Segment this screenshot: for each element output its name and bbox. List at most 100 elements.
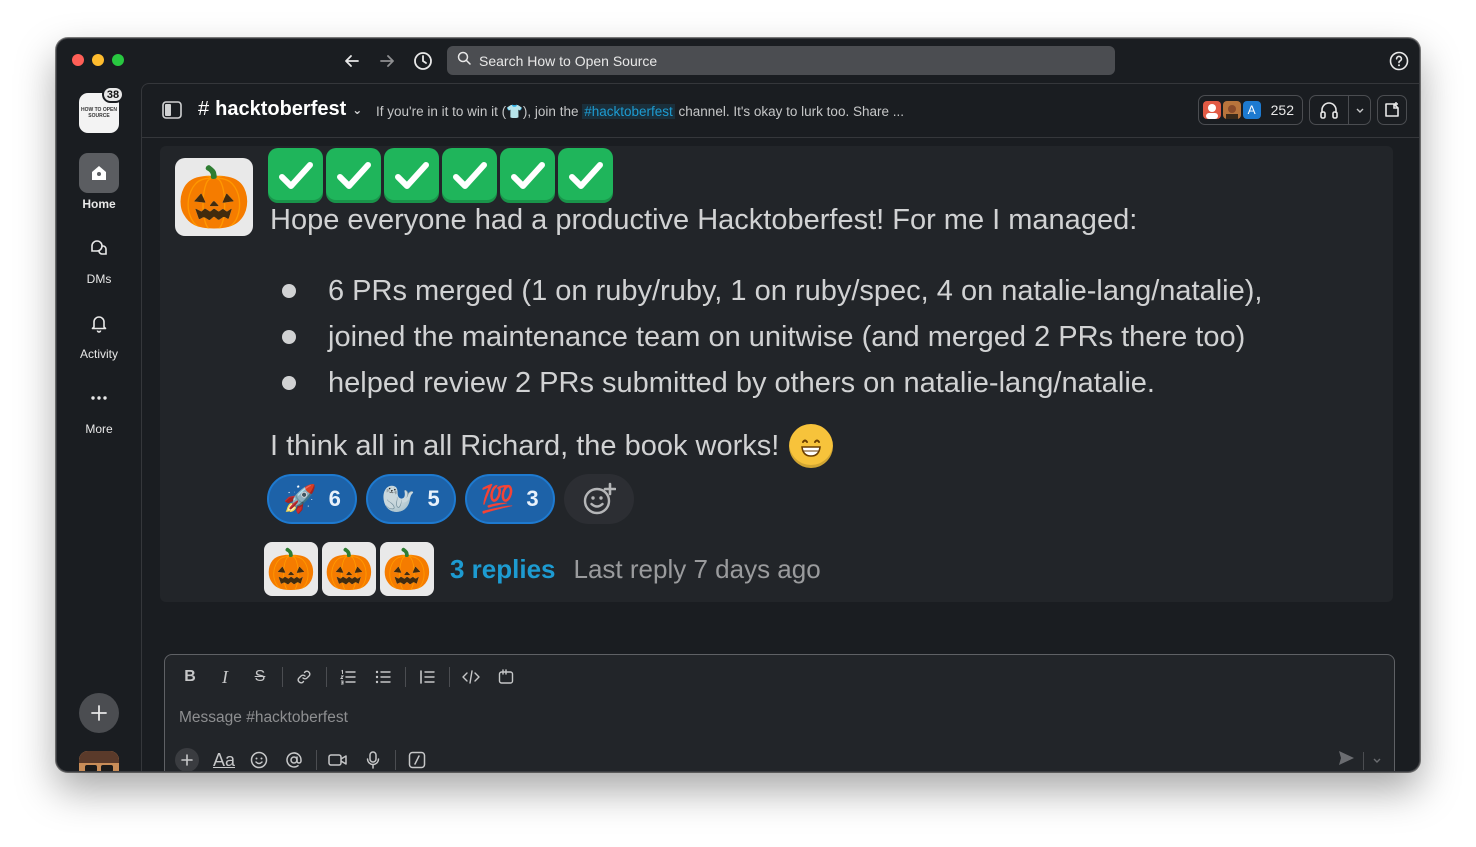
app-window: Search How to Open Source HOW TO OPEN SO… (56, 38, 1420, 772)
grin-emoji-icon (789, 424, 834, 468)
reaction-hundred[interactable]: 💯 3 (464, 474, 555, 524)
check-mark-icon (442, 148, 497, 203)
bell-icon (79, 303, 119, 343)
emoji-icon[interactable] (244, 747, 274, 771)
check-mark-icon (268, 148, 323, 203)
check-mark-icon (326, 148, 381, 203)
link-icon[interactable] (289, 664, 319, 690)
members-button[interactable]: A 252 (1197, 95, 1303, 125)
sidebar-item-label: Home (82, 197, 116, 211)
sidebar-item-home[interactable]: Home (57, 153, 141, 211)
rocket-icon: 🚀 (283, 484, 317, 514)
ordered-list-icon[interactable] (333, 664, 363, 690)
reply-avatar: 🎃 (380, 542, 434, 596)
seal-icon: 🦭 (381, 484, 416, 514)
add-workspace-button[interactable] (79, 693, 119, 733)
formatting-toolbar: B I S (175, 664, 526, 690)
shortcuts-slash-icon[interactable] (402, 747, 432, 771)
reaction-rocket[interactable]: 🚀 6 (267, 474, 357, 524)
search-placeholder: Search How to Open Source (479, 52, 658, 69)
workspace-sidebar: HOW TO OPEN SOURCE 38 Home DMs Activity (57, 83, 141, 771)
text-format-toggle[interactable]: Aa (209, 747, 239, 771)
channel-name-button[interactable]: # hacktoberfest ⌄ (198, 98, 362, 121)
canvas-icon[interactable] (1377, 95, 1407, 125)
blockquote-icon[interactable] (412, 664, 442, 690)
thread-summary[interactable]: 🎃 🎃 🎃 3 replies Last reply 7 days ago (264, 542, 821, 596)
message-composer[interactable]: B I S Message #hacktoberfest Aa (164, 654, 1395, 771)
video-clip-icon[interactable] (323, 747, 353, 771)
chevron-down-icon[interactable] (1349, 105, 1370, 115)
forward-arrow-icon[interactable] (375, 49, 399, 73)
sidebar-item-more[interactable]: More (57, 378, 141, 436)
close-window-button[interactable] (72, 54, 84, 66)
hundred-points-icon: 💯 (480, 484, 515, 514)
user-avatar[interactable] (79, 751, 119, 771)
title-bar: Search How to Open Source (57, 39, 1419, 83)
channel-name: hacktoberfest (215, 98, 347, 120)
message-bullet-list: 6 PRs merged (1 on ruby/ruby, 1 on ruby/… (282, 268, 1262, 406)
code-block-icon[interactable] (491, 664, 521, 690)
channel-hash: # (198, 98, 210, 120)
check-mark-icon (384, 148, 439, 203)
member-avatar (1202, 101, 1221, 119)
search-bar[interactable]: Search How to Open Source (447, 46, 1115, 75)
message-input[interactable]: Message #hacktoberfest (179, 709, 348, 727)
reaction-seal[interactable]: 🦭 5 (365, 474, 456, 524)
member-avatar (1222, 101, 1241, 119)
back-arrow-icon[interactable] (340, 49, 364, 73)
headphones-icon[interactable] (1310, 101, 1348, 119)
italic-icon[interactable]: I (210, 664, 240, 690)
send-icon[interactable] (1337, 749, 1355, 771)
message-author-avatar[interactable]: 🎃 (175, 158, 253, 236)
channel-pane: # hacktoberfest ⌄ If you're in it to win… (141, 83, 1419, 771)
bold-icon[interactable]: B (175, 664, 205, 690)
chevron-down-icon: ⌄ (352, 102, 363, 117)
sidebar-item-label: More (85, 422, 113, 436)
channel-topic[interactable]: If you're in it to win it (👕), join the … (376, 104, 904, 120)
workspace-logo-text: HOW TO OPEN SOURCE (80, 107, 118, 119)
sidebar-item-dms[interactable]: DMs (57, 228, 141, 286)
reply-avatar: 🎃 (264, 542, 318, 596)
bullet-text: 6 PRs merged (1 on ruby/ruby, 1 on ruby/… (328, 274, 1263, 307)
composer-actions: Aa (175, 747, 437, 771)
microphone-icon[interactable] (358, 747, 388, 771)
message[interactable]: 🎃 Hope everyone had a productive Hacktob… (160, 146, 1393, 602)
mention-icon[interactable] (279, 747, 309, 771)
attach-plus-icon[interactable] (175, 748, 199, 771)
strikethrough-icon[interactable]: S (245, 664, 275, 690)
list-item: helped review 2 PRs submitted by others … (282, 360, 1262, 406)
help-icon[interactable] (1389, 51, 1409, 71)
history-clock-icon[interactable] (411, 49, 435, 73)
message-closing: I think all in all Richard, the book wor… (270, 424, 834, 468)
sidebar-toggle-icon[interactable] (162, 101, 182, 124)
replies-link[interactable]: 3 replies (450, 554, 556, 585)
code-icon[interactable] (456, 664, 486, 690)
reaction-count: 6 (328, 486, 341, 511)
sidebar-item-activity[interactable]: Activity (57, 303, 141, 361)
list-item: 6 PRs merged (1 on ruby/ruby, 1 on ruby/… (282, 268, 1262, 314)
zoom-window-button[interactable] (112, 54, 124, 66)
member-avatar: A (1242, 101, 1261, 119)
reply-avatar: 🎃 (322, 542, 376, 596)
bullet-text: helped review 2 PRs submitted by others … (328, 366, 1155, 399)
list-item: joined the maintenance team on unitwise … (282, 314, 1262, 360)
sidebar-item-label: DMs (86, 272, 112, 286)
check-emoji-row (268, 148, 616, 203)
add-reaction-button[interactable] (563, 474, 634, 524)
add-emoji-icon (583, 482, 616, 515)
search-icon (457, 51, 471, 70)
reaction-count: 3 (526, 486, 539, 511)
huddle-button[interactable] (1309, 95, 1371, 125)
chevron-down-icon[interactable] (1372, 752, 1382, 770)
topic-channel-link[interactable]: #hacktoberfest (582, 104, 675, 119)
bullet-text: joined the maintenance team on unitwise … (328, 320, 1246, 353)
sidebar-item-label: Activity (79, 347, 118, 361)
message-headline: Hope everyone had a productive Hacktober… (270, 204, 1138, 236)
last-reply-time: Last reply 7 days ago (573, 553, 821, 584)
send-controls (1337, 749, 1382, 771)
topic-text-before: If you're in it to win it (👕), join the (376, 104, 583, 119)
minimize-window-button[interactable] (92, 54, 104, 66)
plus-icon (91, 705, 107, 721)
closing-text: I think all in all Richard, the book wor… (270, 429, 780, 462)
bulleted-list-icon[interactable] (368, 664, 398, 690)
